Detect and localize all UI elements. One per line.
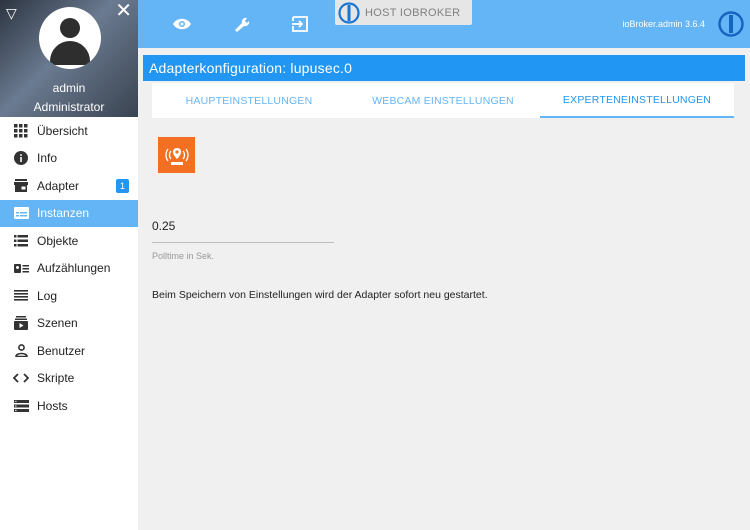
sidebar-item-label: Objekte	[37, 233, 79, 248]
polltime-input[interactable]: 0.25	[152, 219, 175, 233]
user-role: Administrator	[33, 100, 105, 114]
sidebar-item-info[interactable]: Info	[0, 145, 138, 173]
polltime-label: Polltime in Sek.	[152, 251, 215, 261]
sidebar-item-label: Szenen	[37, 316, 78, 331]
sidebar-item-users[interactable]: Benutzer	[0, 337, 138, 365]
info-icon	[13, 151, 29, 166]
sidebar-item-label: Hosts	[37, 398, 68, 413]
lupus-adapter-logo	[158, 137, 195, 173]
sidebar-item-adapter[interactable]: Adapter 1	[0, 172, 138, 200]
list-icon	[13, 234, 29, 248]
logout-icon[interactable]	[291, 14, 311, 34]
sidebar-nav: Übersicht Info Adapter 1 Instanzen Objek…	[0, 117, 138, 420]
settings-tabs: HAUPTEINSTELLUNGEN WEBCAM EINSTELLUNGEN …	[152, 83, 734, 118]
sidebar-item-scenes[interactable]: Szenen	[0, 310, 138, 338]
sidebar: ▽ ✕ admin Administrator Übersicht Info A…	[0, 0, 138, 530]
tab-main-settings[interactable]: HAUPTEINSTELLUNGEN	[152, 83, 346, 118]
sidebar-item-log[interactable]: Log	[0, 282, 138, 310]
sidebar-item-overview[interactable]: Übersicht	[0, 117, 138, 145]
scenes-icon	[13, 316, 29, 331]
menu-toggle-icon[interactable]: ▽	[6, 5, 17, 22]
sidebar-item-enums[interactable]: Aufzählungen	[0, 255, 138, 283]
sidebar-item-label: Übersicht	[37, 123, 88, 138]
iobroker-logo-icon	[338, 1, 360, 24]
sidebar-item-label: Benutzer	[37, 343, 86, 358]
top-bar: HOST IOBROKER ioBroker.admin 3.6.4	[138, 0, 750, 48]
restart-notice: Beim Speichern von Einstellungen wird de…	[152, 289, 488, 301]
code-icon	[13, 371, 29, 385]
sidebar-item-label: Aufzählungen	[37, 261, 111, 276]
sidebar-item-label: Log	[37, 288, 58, 303]
log-icon	[13, 289, 29, 303]
avatar	[39, 7, 101, 69]
close-icon[interactable]: ✕	[115, 1, 132, 21]
user-name: admin	[52, 81, 86, 95]
tab-webcam-settings[interactable]: WEBCAM EINSTELLUNGEN	[346, 83, 540, 118]
user-profile: ▽ ✕ admin Administrator	[0, 0, 138, 117]
host-label: HOST IOBROKER	[365, 6, 461, 19]
sidebar-item-scripts[interactable]: Skripte	[0, 365, 138, 393]
apps-grid-icon	[13, 123, 29, 138]
instances-icon	[13, 206, 29, 220]
sidebar-item-label: Instanzen	[37, 206, 90, 221]
store-icon	[13, 179, 29, 193]
page-title: Adapterkonfiguration: lupusec.0	[143, 55, 745, 81]
user-icon	[13, 344, 29, 358]
enums-icon	[13, 261, 29, 275]
sidebar-item-hosts[interactable]: Hosts	[0, 392, 138, 420]
sidebar-item-instances[interactable]: Instanzen	[0, 199, 138, 227]
sidebar-item-label: Info	[37, 151, 58, 166]
tab-expert-settings[interactable]: EXPERTENEINSTELLUNGEN	[540, 83, 734, 118]
sidebar-item-label: Skripte	[37, 371, 75, 386]
version-label: ioBroker.admin 3.6.4	[622, 19, 705, 29]
eye-icon[interactable]	[172, 14, 192, 34]
polltime-underline	[152, 242, 334, 243]
hosts-icon	[13, 399, 29, 413]
wrench-icon[interactable]	[231, 14, 251, 34]
sidebar-item-label: Adapter	[37, 178, 80, 193]
sidebar-item-objects[interactable]: Objekte	[0, 227, 138, 255]
host-button[interactable]: HOST IOBROKER	[335, 0, 472, 25]
iobroker-logo-icon	[718, 11, 744, 42]
update-count-badge: 1	[116, 179, 129, 193]
